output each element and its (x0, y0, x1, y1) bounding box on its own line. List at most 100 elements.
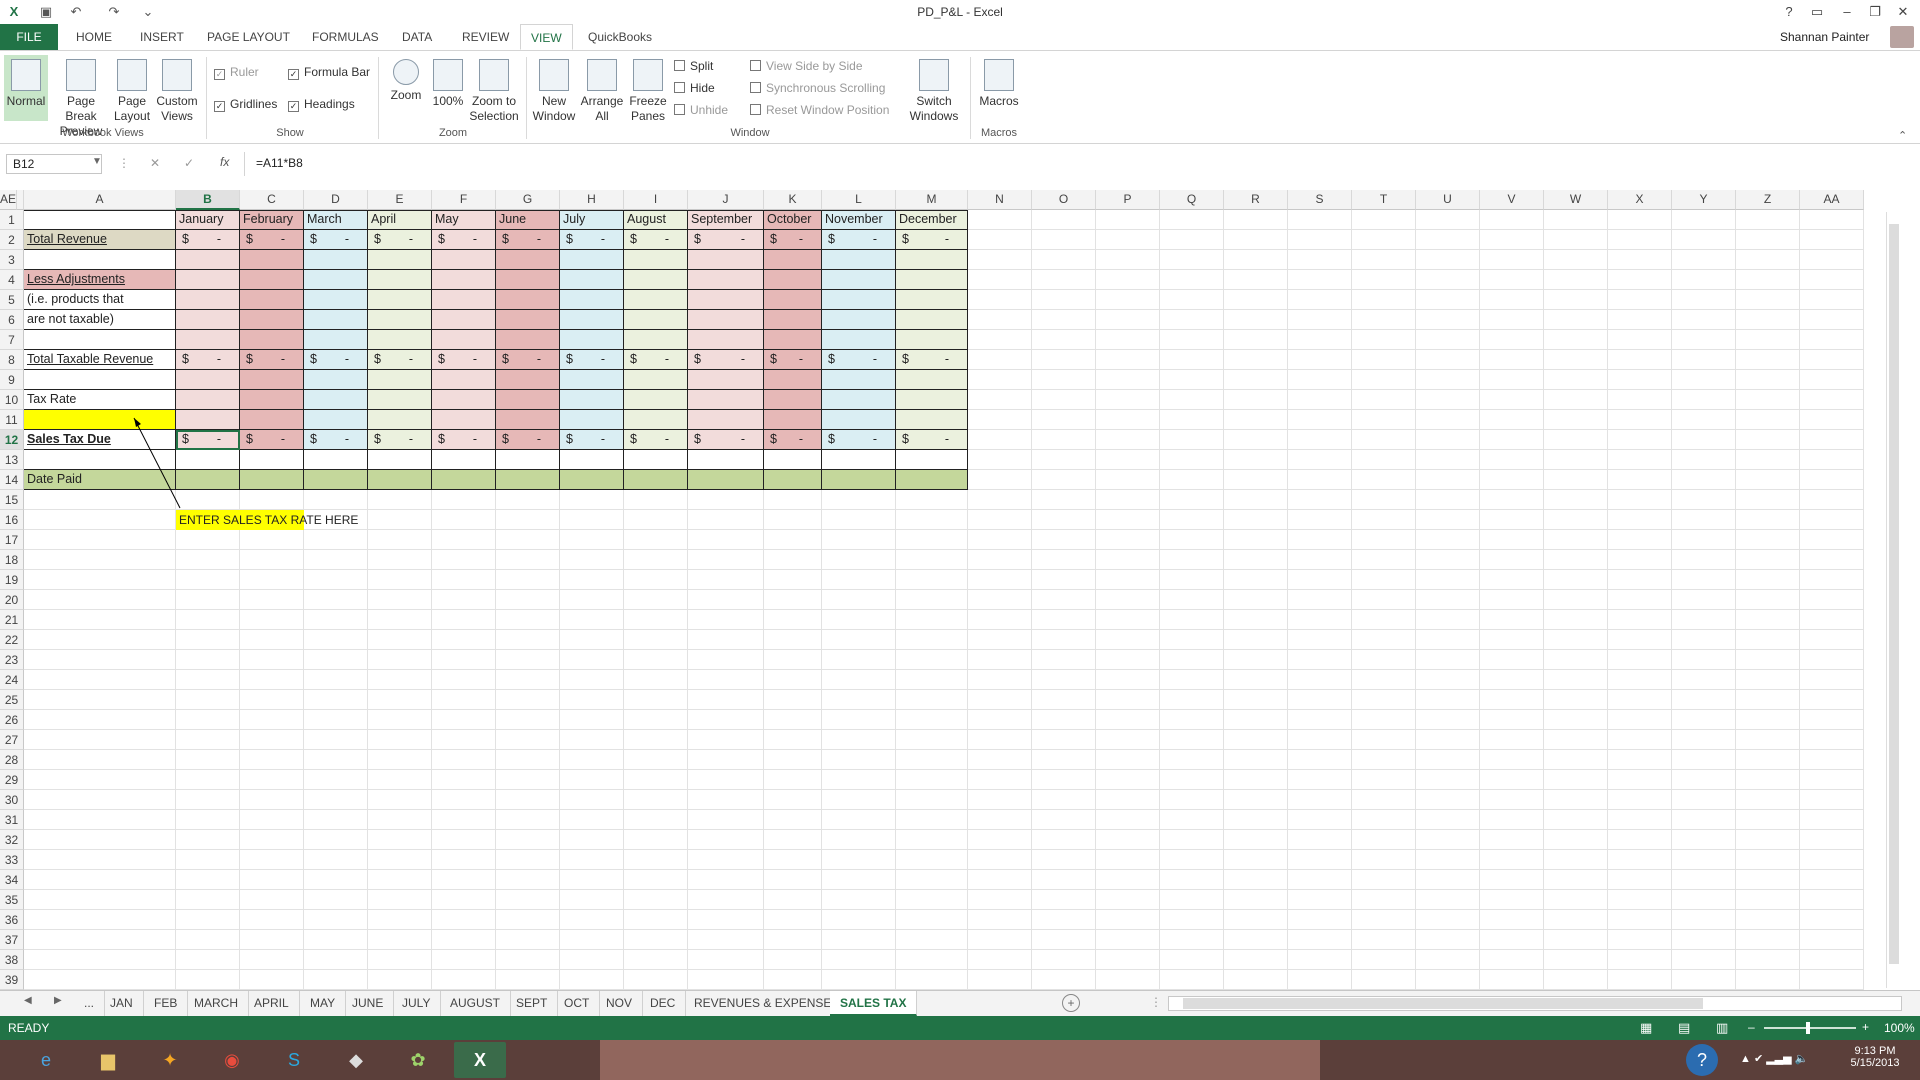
row-header-25[interactable]: 25 (0, 690, 24, 710)
collapse-ribbon-icon[interactable]: ⌃ (1898, 129, 1907, 142)
cell-i29[interactable] (624, 770, 688, 790)
cell-k8[interactable]: $ - (764, 350, 822, 370)
cell-empty[interactable] (1096, 770, 1160, 790)
cell-empty[interactable] (1352, 690, 1416, 710)
cell-empty[interactable] (1800, 630, 1864, 650)
cell-empty[interactable] (1736, 290, 1800, 310)
cell-empty[interactable] (1096, 810, 1160, 830)
column-header-y[interactable]: Y (1672, 190, 1736, 210)
cell-h9[interactable] (560, 370, 624, 390)
cell-empty[interactable] (1736, 450, 1800, 470)
tab-home[interactable]: HOME (66, 24, 122, 50)
cell-empty[interactable] (1288, 270, 1352, 290)
cell-k17[interactable] (764, 530, 822, 550)
cell-k11[interactable] (764, 410, 822, 430)
cell-empty[interactable] (1480, 670, 1544, 690)
cell-empty[interactable] (1608, 290, 1672, 310)
cell-empty[interactable] (1608, 650, 1672, 670)
cell-empty[interactable] (1224, 350, 1288, 370)
cell-i18[interactable] (624, 550, 688, 570)
cell-empty[interactable] (1416, 930, 1480, 950)
cell-f18[interactable] (432, 550, 496, 570)
cell-i24[interactable] (624, 670, 688, 690)
cell-empty[interactable] (1800, 310, 1864, 330)
cell-g36[interactable] (496, 910, 560, 930)
cell-i4[interactable] (624, 270, 688, 290)
cell-empty[interactable] (1544, 850, 1608, 870)
cell-m12[interactable]: $ - (896, 430, 968, 450)
cell-empty[interactable] (1352, 630, 1416, 650)
cell-b38[interactable] (176, 950, 240, 970)
cell-empty[interactable] (1288, 670, 1352, 690)
cell-empty[interactable] (1032, 410, 1096, 430)
cell-empty[interactable] (1480, 210, 1544, 230)
cell-empty[interactable] (1416, 550, 1480, 570)
ribbon-display-icon[interactable]: ▭ (1804, 2, 1830, 22)
cell-empty[interactable] (1480, 270, 1544, 290)
cell-empty[interactable] (1160, 610, 1224, 630)
cell-h31[interactable] (560, 810, 624, 830)
cell-empty[interactable] (1288, 490, 1352, 510)
row-header-37[interactable]: 37 (0, 930, 24, 950)
cell-e34[interactable] (368, 870, 432, 890)
cell-h36[interactable] (560, 910, 624, 930)
cell-d26[interactable] (304, 710, 368, 730)
cell-empty[interactable] (1224, 330, 1288, 350)
cell-empty[interactable] (1032, 350, 1096, 370)
cell-empty[interactable] (1288, 630, 1352, 650)
cell-i3[interactable] (624, 250, 688, 270)
cell-empty[interactable] (1672, 970, 1736, 990)
cell-empty[interactable] (1736, 370, 1800, 390)
cell-empty[interactable] (968, 410, 1032, 430)
cell-empty[interactable] (1672, 290, 1736, 310)
cell-empty[interactable] (968, 590, 1032, 610)
cell-j36[interactable] (688, 910, 764, 930)
cell-f9[interactable] (432, 370, 496, 390)
cell-f27[interactable] (432, 730, 496, 750)
sheet-tab-march[interactable]: MARCH (184, 991, 249, 1016)
cell-empty[interactable] (1544, 410, 1608, 430)
cell-empty[interactable] (1288, 310, 1352, 330)
cell-empty[interactable] (1416, 330, 1480, 350)
cell-i9[interactable] (624, 370, 688, 390)
cell-empty[interactable] (1096, 310, 1160, 330)
cell-empty[interactable] (1672, 530, 1736, 550)
cell-l2[interactable]: $ - (822, 230, 896, 250)
cell-e21[interactable] (368, 610, 432, 630)
cell-empty[interactable] (1608, 610, 1672, 630)
cell-m24[interactable] (896, 670, 968, 690)
cell-empty[interactable] (1736, 890, 1800, 910)
cell-l37[interactable] (822, 930, 896, 950)
cell-empty[interactable] (1288, 370, 1352, 390)
cell-empty[interactable] (1032, 370, 1096, 390)
sheet-tab-oct[interactable]: OCT (554, 991, 601, 1016)
cell-empty[interactable] (1672, 570, 1736, 590)
cell-empty[interactable] (1096, 670, 1160, 690)
cell-e29[interactable] (368, 770, 432, 790)
cell-empty[interactable] (968, 450, 1032, 470)
cell-f35[interactable] (432, 890, 496, 910)
cell-empty[interactable] (1352, 590, 1416, 610)
column-header-p[interactable]: P (1096, 190, 1160, 210)
cell-empty[interactable] (1352, 650, 1416, 670)
cell-empty[interactable] (1096, 350, 1160, 370)
cell-k21[interactable] (764, 610, 822, 630)
cell-empty[interactable] (1544, 210, 1608, 230)
cell-k35[interactable] (764, 890, 822, 910)
cell-empty[interactable] (1352, 470, 1416, 490)
cell-empty[interactable] (1160, 810, 1224, 830)
cell-empty[interactable] (1800, 830, 1864, 850)
cell-empty[interactable] (1800, 470, 1864, 490)
cell-empty[interactable] (1160, 330, 1224, 350)
row-header-24[interactable]: 24 (0, 670, 24, 690)
cell-g23[interactable] (496, 650, 560, 670)
cell-e33[interactable] (368, 850, 432, 870)
cell-empty[interactable] (1096, 290, 1160, 310)
cell-f31[interactable] (432, 810, 496, 830)
cell-empty[interactable] (1480, 750, 1544, 770)
cell-empty[interactable] (1608, 370, 1672, 390)
cell-a35[interactable] (24, 890, 176, 910)
cell-empty[interactable] (1544, 910, 1608, 930)
cell-g27[interactable] (496, 730, 560, 750)
cell-empty[interactable] (1096, 790, 1160, 810)
